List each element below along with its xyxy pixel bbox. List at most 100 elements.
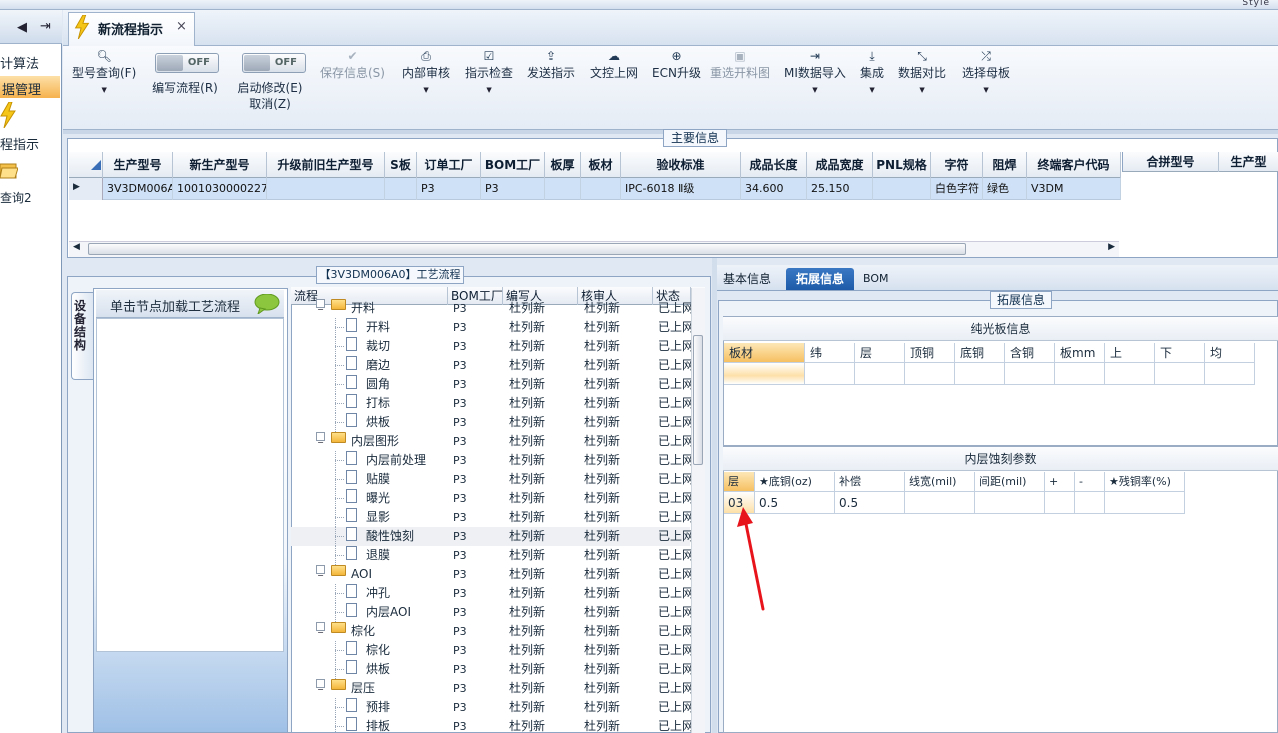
close-icon[interactable]: × [176, 19, 187, 34]
table-cell[interactable] [1075, 492, 1105, 514]
column-header[interactable]: 上 [1105, 343, 1155, 363]
arrow-left-icon[interactable]: ◀ [17, 20, 27, 35]
speech-bubble-icon[interactable] [254, 294, 280, 314]
integrate-button[interactable]: ⤓ 集成 ▼ [860, 48, 884, 94]
tree-row[interactable]: − 棕化 P3 杜列新 杜列新 已上网 [291, 622, 694, 641]
internal-review-button[interactable]: ⎙ 内部审核 ▼ [402, 48, 450, 94]
column-header[interactable]: 层 [724, 472, 755, 492]
scrollbar-thumb[interactable] [88, 243, 966, 255]
table-cell[interactable] [1105, 363, 1155, 385]
column-header[interactable]: 间距(mil) [975, 472, 1045, 492]
table-cell[interactable] [724, 363, 805, 385]
folder-open-icon[interactable] [0, 158, 18, 180]
column-header[interactable]: ★残铜率(%) [1105, 472, 1185, 492]
tree-row[interactable]: 内层前处理 P3 杜列新 杜列新 已上网 [291, 451, 694, 470]
exit-icon[interactable]: ⇥ [40, 19, 51, 34]
tree-row[interactable]: 酸性蚀刻 P3 杜列新 杜列新 已上网 [291, 527, 694, 546]
tree-row[interactable]: 裁切 P3 杜列新 杜列新 已上网 [291, 337, 694, 356]
tab-basic-info[interactable]: 基本信息 [718, 268, 776, 290]
tree-row[interactable]: 预排 P3 杜列新 杜列新 已上网 [291, 698, 694, 717]
cancel-button[interactable]: 取消(Z) [235, 96, 305, 112]
table-cell[interactable] [1155, 363, 1205, 385]
node-list[interactable] [96, 318, 284, 652]
column-header[interactable]: 顶铜 [905, 343, 955, 363]
doc-upload-button[interactable]: ☁ 文控上网 [590, 48, 638, 81]
tree-row[interactable]: 显影 P3 杜列新 杜列新 已上网 [291, 508, 694, 527]
collapse-icon[interactable]: − [316, 622, 325, 637]
column-header[interactable]: 字符 [931, 152, 983, 178]
scroll-right-icon[interactable]: ▶ [1108, 242, 1115, 252]
column-header[interactable]: 含铜 [1005, 343, 1055, 363]
column-header[interactable]: + [1045, 472, 1075, 492]
table-cell[interactable] [1105, 492, 1185, 514]
column-header[interactable]: PNL规格 [873, 152, 931, 178]
style-label[interactable]: Style [1242, 0, 1270, 8]
tree-row[interactable]: 贴膜 P3 杜列新 杜列新 已上网 [291, 470, 694, 489]
tree-row[interactable]: 曝光 P3 杜列新 杜列新 已上网 [291, 489, 694, 508]
column-header[interactable]: S板 [385, 152, 417, 178]
table-cell[interactable] [1045, 492, 1075, 514]
ecn-upgrade-button[interactable]: ⊕ ECN升级 [652, 48, 701, 81]
nav-item-calc[interactable]: 计算法 [0, 53, 39, 72]
column-header[interactable]: 补偿 [835, 472, 905, 492]
column-header[interactable]: 底铜 [955, 343, 1005, 363]
column-header[interactable]: 板厚 [545, 152, 581, 178]
scroll-left-icon[interactable]: ◀ [73, 242, 80, 252]
tree-row[interactable]: 烘板 P3 杜列新 杜列新 已上网 [291, 660, 694, 679]
nav-item-data-management[interactable]: 据管理 [0, 76, 60, 98]
tab-bom[interactable]: BOM [858, 268, 894, 290]
column-header[interactable]: 板材 [581, 152, 621, 178]
table-cell[interactable] [955, 363, 1005, 385]
tree-row[interactable]: − AOI P3 杜列新 杜列新 已上网 [291, 565, 694, 584]
start-modify-toggle[interactable]: OFF [242, 53, 306, 73]
panel-splitter[interactable] [712, 258, 717, 733]
collapse-icon[interactable]: − [316, 679, 325, 694]
tree-row[interactable]: 内层AOI P3 杜列新 杜列新 已上网 [291, 603, 694, 622]
table-cell[interactable] [905, 492, 975, 514]
nav-item-process-instruction[interactable]: 程指示 [0, 134, 39, 153]
column-header[interactable]: 新生产型号 [173, 152, 267, 178]
data-compare-button[interactable]: ⤡ 数据对比 ▼ [898, 48, 946, 94]
column-header[interactable]: ★底铜(oz) [755, 472, 835, 492]
column-header[interactable]: 生产型 [1219, 152, 1278, 172]
column-header[interactable]: 线宽(mil) [905, 472, 975, 492]
tree-row[interactable]: 棕化 P3 杜列新 杜列新 已上网 [291, 641, 694, 660]
model-query-button[interactable]: 🔍︎ 型号查询(F) ▼ [72, 48, 136, 94]
table-row[interactable]: 3V3DM006A0 10010300002272 P3 P3 IPC-6018… [69, 178, 1121, 200]
tree-row[interactable]: 圆角 P3 杜列新 杜列新 已上网 [291, 375, 694, 394]
tree-row[interactable]: − 开料 P3 杜列新 杜列新 已上网 [291, 299, 694, 318]
table-cell[interactable] [1205, 363, 1255, 385]
column-header[interactable]: 成品长度 [741, 152, 807, 178]
column-header[interactable]: 纬 [805, 343, 855, 363]
column-header[interactable]: 板mm [1055, 343, 1105, 363]
column-header[interactable]: 阻焊 [983, 152, 1027, 178]
tree-row[interactable]: − 层压 P3 杜列新 杜列新 已上网 [291, 679, 694, 698]
column-header[interactable]: 生产型号 [103, 152, 173, 178]
table-cell[interactable] [975, 492, 1045, 514]
collapse-icon[interactable]: − [316, 299, 325, 314]
column-header[interactable]: 板材 [724, 343, 805, 363]
tree-row[interactable]: 打标 P3 杜列新 杜列新 已上网 [291, 394, 694, 413]
tree-row[interactable]: 冲孔 P3 杜列新 杜列新 已上网 [291, 584, 694, 603]
column-header[interactable]: 下 [1155, 343, 1205, 363]
column-header[interactable]: 合拼型号 [1123, 152, 1219, 172]
column-header[interactable]: 终端客户代码 [1027, 152, 1121, 178]
column-header[interactable]: 升级前旧生产型号 [267, 152, 385, 178]
send-instruction-button[interactable]: ⇪ 发送指示 [527, 48, 575, 81]
table-cell[interactable]: 0.5 [835, 492, 905, 514]
collapse-icon[interactable]: − [316, 565, 325, 580]
column-header[interactable]: 层 [855, 343, 905, 363]
nav-item-query2[interactable]: 查询2 [0, 189, 32, 206]
reselect-image-button[interactable]: ▣ 重选开料图 [710, 48, 770, 81]
column-header[interactable]: 成品宽度 [807, 152, 873, 178]
tree-row[interactable]: 磨边 P3 杜列新 杜列新 已上网 [291, 356, 694, 375]
collapse-icon[interactable]: − [316, 432, 325, 447]
table-cell[interactable] [1005, 363, 1055, 385]
edit-flow-toggle[interactable]: OFF [155, 53, 219, 73]
tree-row[interactable]: 排板 P3 杜列新 杜列新 已上网 [291, 717, 694, 733]
table-cell[interactable] [805, 363, 855, 385]
column-header[interactable]: - [1075, 472, 1105, 492]
save-info-button[interactable]: ✔ 保存信息(S) [320, 48, 385, 81]
tree-row[interactable]: 烘板 P3 杜列新 杜列新 已上网 [291, 413, 694, 432]
tree-row[interactable]: − 内层图形 P3 杜列新 杜列新 已上网 [291, 432, 694, 451]
